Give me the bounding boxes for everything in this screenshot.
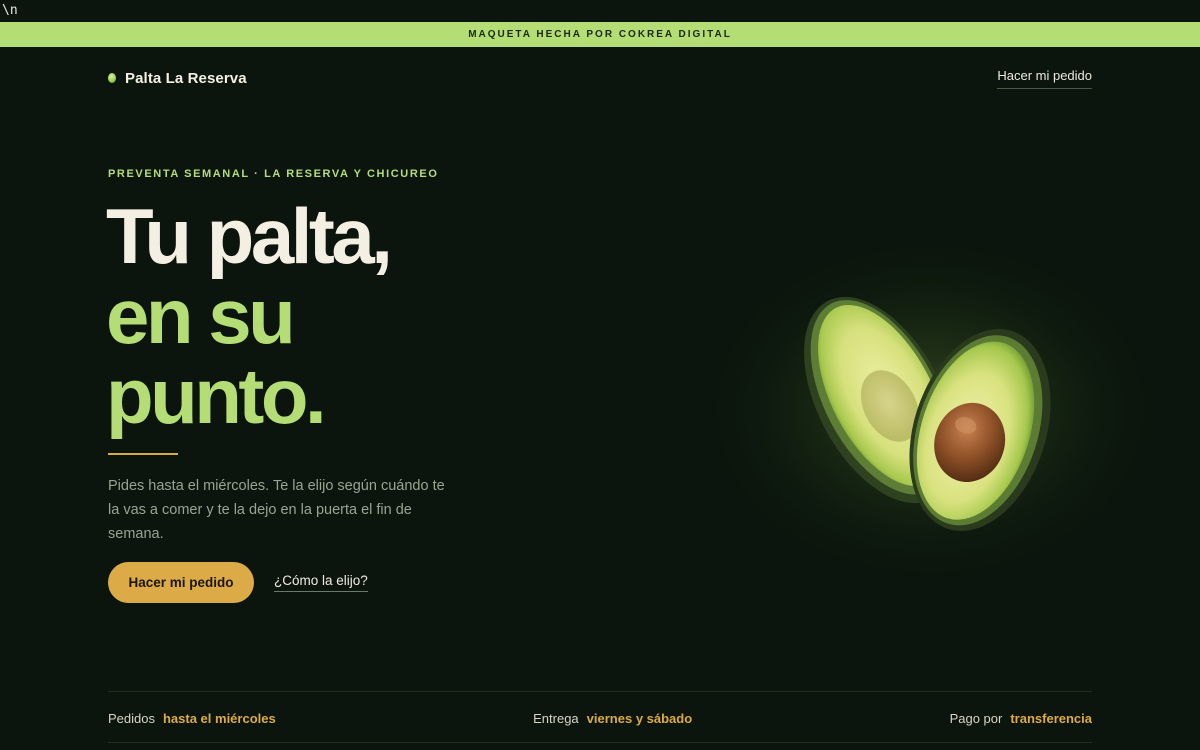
headline-line-1: Tu palta, — [106, 192, 393, 280]
info-item-orders: Pedidos hasta el miércoles — [108, 711, 276, 726]
hero-lead: Pides hasta el miércoles. Te la elijo se… — [108, 478, 445, 542]
avocado-logo-icon — [108, 73, 116, 83]
hero-eyebrow: PREVENTA SEMANAL · LA RESERVA Y CHICUREO — [108, 168, 439, 180]
site-header: Palta La Reserva Hacer mi pedido — [108, 66, 1092, 90]
headline-line-2: en su — [106, 272, 296, 360]
headline-divider — [108, 453, 178, 455]
info-label: Pedidos — [108, 710, 155, 726]
how-i-choose-link[interactable]: ¿Cómo la elijo? — [274, 573, 368, 592]
headline-line-3: punto. — [106, 352, 327, 440]
info-divider-bottom — [108, 742, 1092, 743]
info-label: Entrega — [533, 710, 579, 726]
info-value: transferencia — [1010, 710, 1092, 726]
avocado-halves-icon — [690, 230, 1170, 590]
info-item-payment: Pago por transferencia — [950, 711, 1092, 726]
banner-text: MAQUETA HECHA POR COKREA DIGITAL — [468, 29, 732, 40]
brand-name: Palta La Reserva — [125, 69, 247, 87]
hero-headline: Tu palta, en su punto. — [106, 192, 393, 440]
stray-text: \n — [2, 3, 18, 18]
info-bar: Pedidos hasta el miércoles Entrega viern… — [108, 708, 1092, 728]
info-value: viernes y sábado — [586, 710, 693, 726]
info-item-delivery: Entrega viernes y sábado — [533, 711, 692, 726]
brand[interactable]: Palta La Reserva — [108, 70, 247, 87]
info-label: Pago por — [949, 710, 1003, 726]
nav-order-link[interactable]: Hacer mi pedido — [997, 68, 1092, 89]
info-value: hasta el miércoles — [162, 710, 276, 726]
order-button[interactable]: Hacer mi pedido — [108, 562, 254, 603]
info-divider-top — [108, 691, 1092, 692]
top-banner: MAQUETA HECHA POR COKREA DIGITAL — [0, 22, 1200, 47]
